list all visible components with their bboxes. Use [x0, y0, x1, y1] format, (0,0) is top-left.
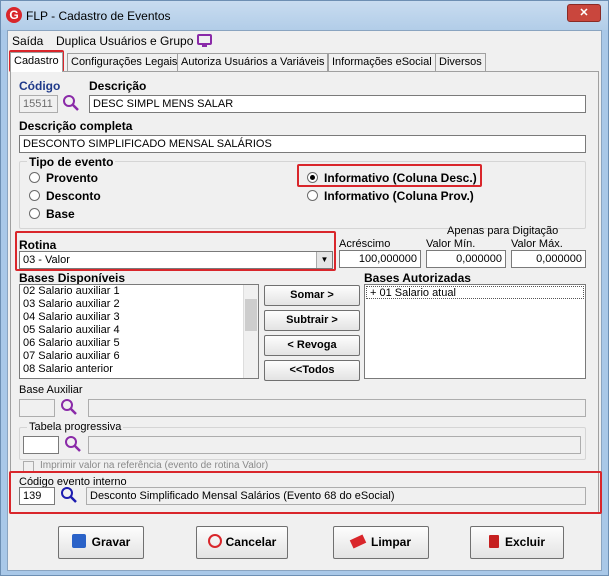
base-label: Base	[46, 207, 75, 221]
bases-disponiveis-list[interactable]: 02 Salario auxiliar 1 03 Salario auxilia…	[19, 284, 259, 379]
somar-button[interactable]: Somar >	[264, 285, 360, 306]
bases-disponiveis-label: Bases Disponíveis	[19, 271, 126, 285]
list-item[interactable]: 07 Salario auxiliar 6	[20, 350, 258, 363]
tab-cadastro-label: Cadastro	[14, 55, 59, 67]
close-button[interactable]: ✕	[567, 4, 601, 22]
tab-diversos[interactable]: Diversos	[435, 53, 486, 71]
valor-min-field[interactable]: 0,000000	[426, 250, 506, 268]
valor-max-label: Valor Máx.	[511, 238, 563, 250]
descricao-label: Descrição	[89, 79, 147, 93]
tab-config-label: Configurações Legais	[71, 56, 178, 68]
acrescimo-label: Acréscimo	[339, 238, 391, 250]
descricao-field[interactable]: DESC SIMPL MENS SALAR	[89, 95, 586, 113]
descricao-completa-field[interactable]: DESCONTO SIMPLIFICADO MENSAL SALÁRIOS	[19, 135, 586, 153]
highlight-informativo	[297, 164, 482, 187]
tab-cadastro[interactable]: Cadastro	[10, 52, 63, 72]
subtrair-button[interactable]: Subtrair >	[264, 310, 360, 331]
apenas-digitacao-label: Apenas para Digitação	[447, 225, 559, 237]
informativo-prov-label: Informativo (Coluna Prov.)	[324, 189, 474, 203]
cancelar-label: Cancelar	[225, 535, 277, 549]
tab-config-legais[interactable]: Configurações Legais	[67, 53, 182, 71]
desconto-label: Desconto	[46, 189, 101, 203]
base-auxiliar-desc	[88, 399, 586, 417]
list-item[interactable]: + 01 Salario atual	[366, 286, 584, 299]
monitor-stand-icon	[202, 45, 207, 47]
eraser-icon	[349, 534, 367, 549]
list-item[interactable]: 02 Salario auxiliar 1	[20, 285, 258, 298]
todos-button[interactable]: <<Todos	[264, 360, 360, 381]
app-logo-icon: G	[6, 7, 22, 23]
provento-label: Provento	[46, 171, 99, 185]
list-item[interactable]: 03 Salario auxiliar 2	[20, 298, 258, 311]
menu-saida[interactable]: Saída	[12, 34, 43, 48]
codigo-field[interactable]: 15511	[19, 95, 58, 113]
list-item[interactable]: 06 Salario auxiliar 5	[20, 337, 258, 350]
bases-autorizadas-label: Bases Autorizadas	[364, 271, 471, 285]
codigo-interno-field[interactable]: 139	[19, 487, 55, 505]
descricao-completa-label: Descrição completa	[19, 119, 133, 133]
imprimir-label: Imprimir valor na referência (evento de …	[40, 460, 269, 471]
base-auxiliar-label: Base Auxiliar	[19, 384, 83, 396]
limpar-button[interactable]: Limpar	[333, 526, 429, 559]
tabela-desc-field	[88, 436, 581, 454]
tabela-progressiva-label: Tabela progressiva	[27, 421, 124, 433]
scrollbar[interactable]	[243, 285, 258, 378]
radio-desconto[interactable]	[29, 190, 40, 201]
monitor-icon[interactable]	[197, 34, 212, 45]
excluir-button[interactable]: Excluir	[470, 526, 564, 559]
search-icon[interactable]	[60, 486, 78, 504]
cancel-icon	[207, 534, 222, 548]
trash-icon	[488, 535, 499, 548]
base-auxiliar-code[interactable]	[19, 399, 55, 417]
limpar-label: Limpar	[370, 535, 411, 549]
revoga-button[interactable]: < Revoga	[264, 335, 360, 356]
acrescimo-field[interactable]: 100,000000	[339, 250, 421, 268]
scroll-thumb[interactable]	[245, 299, 257, 331]
valor-max-field[interactable]: 0,000000	[511, 250, 586, 268]
save-icon	[71, 534, 86, 548]
gravar-label: Gravar	[91, 535, 131, 549]
list-item[interactable]: 08 Salario anterior	[20, 363, 258, 376]
radio-base[interactable]	[29, 208, 40, 219]
search-icon[interactable]	[60, 398, 78, 416]
excluir-label: Excluir	[504, 535, 546, 549]
main-window: G FLP - Cadastro de Eventos ✕ Saída Dupl…	[0, 0, 609, 576]
codigo-label: Código	[19, 79, 61, 93]
gravar-button[interactable]: Gravar	[58, 526, 144, 559]
list-item[interactable]: 04 Salario auxiliar 3	[20, 311, 258, 324]
tipo-evento-label: Tipo de evento	[27, 155, 116, 169]
window-title: FLP - Cadastro de Eventos	[26, 9, 171, 23]
tab-autoriza-label: Autoriza Usuários a Variáveis	[181, 56, 325, 68]
radio-provento[interactable]	[29, 172, 40, 183]
valor-min-label: Valor Mín.	[426, 238, 476, 250]
tab-esocial[interactable]: Informações eSocial	[328, 53, 436, 71]
highlight-rotina	[15, 231, 336, 271]
cancelar-button[interactable]: Cancelar	[196, 526, 288, 559]
tab-autoriza[interactable]: Autoriza Usuários a Variáveis	[177, 53, 329, 71]
search-icon[interactable]	[64, 435, 82, 453]
window-body: Saída Duplica Usuários e Grupo Cadastro …	[7, 30, 602, 571]
search-icon[interactable]	[62, 94, 80, 112]
tab-diversos-label: Diversos	[439, 56, 482, 68]
radio-informativo-prov[interactable]	[307, 190, 318, 201]
tab-esocial-label: Informações eSocial	[332, 56, 432, 68]
codigo-interno-desc: Desconto Simplificado Mensal Salários (E…	[86, 487, 586, 505]
title-bar: G FLP - Cadastro de Eventos ✕	[1, 1, 608, 30]
menu-duplica[interactable]: Duplica Usuários e Grupo	[56, 34, 193, 48]
bases-autorizadas-list[interactable]: + 01 Salario atual	[364, 284, 586, 379]
list-item[interactable]: 05 Salario auxiliar 4	[20, 324, 258, 337]
tabela-code-field[interactable]	[23, 436, 59, 454]
